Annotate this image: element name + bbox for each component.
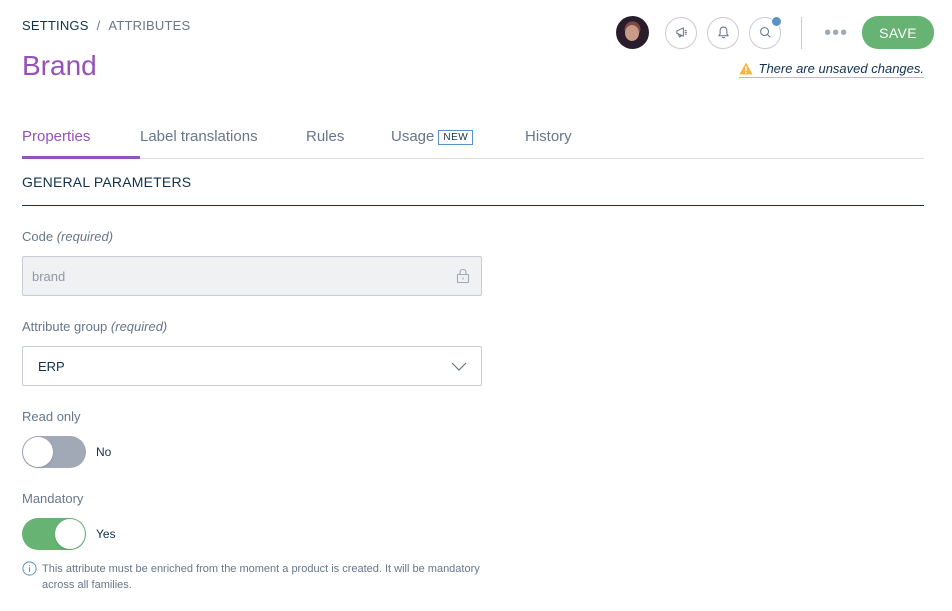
breadcrumb: SETTINGS / ATTRIBUTES <box>22 18 190 33</box>
announcements-button[interactable] <box>665 16 698 49</box>
breadcrumb-separator: / <box>96 18 101 33</box>
attribute-group-select[interactable]: ERP <box>22 346 482 386</box>
read-only-label: Read only <box>22 409 81 424</box>
section-title: GENERAL PARAMETERS <box>22 174 924 206</box>
tab-label: Label translations <box>140 128 258 145</box>
more-icon[interactable]: ••• <box>824 23 848 43</box>
warning-icon <box>738 62 753 75</box>
tab-label: History <box>525 128 572 145</box>
header-divider <box>801 16 803 49</box>
tab-label-translations[interactable]: Label translations <box>140 122 306 158</box>
info-icon <box>22 561 37 576</box>
notification-dot <box>771 15 783 27</box>
tab-label: Rules <box>306 128 345 145</box>
tab-label: Properties <box>22 128 91 145</box>
search-button[interactable] <box>749 15 783 49</box>
read-only-toggle[interactable] <box>22 436 86 468</box>
tab-label: Usage <box>391 128 435 145</box>
tab-bar: Properties Label translations Rules Usag… <box>22 122 924 159</box>
attribute-group-label: Attribute group (required) <box>22 319 167 334</box>
required-marker: (required) <box>110 319 168 334</box>
code-label: Code (required) <box>22 229 113 244</box>
mandatory-value: Yes <box>96 527 116 541</box>
megaphone-icon <box>675 27 687 38</box>
tab-usage[interactable]: Usage NEW <box>391 122 525 158</box>
tab-properties[interactable]: Properties <box>22 122 140 159</box>
mandatory-label: Mandatory <box>22 491 84 506</box>
new-badge: NEW <box>438 130 474 145</box>
attribute-group-label-text: Attribute group <box>22 319 108 334</box>
bell-icon <box>717 26 729 39</box>
attribute-group-value: ERP <box>38 358 65 374</box>
header-actions: ••• SAVE <box>616 15 934 49</box>
unsaved-changes-notice: There are unsaved changes. <box>738 61 925 78</box>
breadcrumb-settings[interactable]: SETTINGS <box>22 18 89 33</box>
lock-icon <box>456 268 470 284</box>
notifications-button[interactable] <box>707 16 740 49</box>
code-field[interactable]: brand <box>22 256 482 296</box>
breadcrumb-attributes[interactable]: ATTRIBUTES <box>108 18 190 33</box>
read-only-value: No <box>96 445 112 459</box>
mandatory-helper: This attribute must be enriched from the… <box>22 561 492 593</box>
toggle-knob <box>55 519 85 549</box>
required-marker: (required) <box>56 229 114 244</box>
page-title: Brand <box>22 50 97 81</box>
unsaved-changes-text: There are unsaved changes. <box>758 61 925 76</box>
code-value: brand <box>32 268 66 284</box>
code-label-text: Code <box>22 229 54 244</box>
avatar[interactable] <box>616 16 650 49</box>
toggle-knob <box>23 437 53 467</box>
tab-history[interactable]: History <box>525 122 572 158</box>
mandatory-helper-text: This attribute must be enriched from the… <box>42 563 480 591</box>
tab-rules[interactable]: Rules <box>306 122 391 158</box>
mandatory-toggle[interactable] <box>22 518 86 550</box>
save-button[interactable]: SAVE <box>862 16 934 49</box>
chevron-down-icon <box>451 362 467 371</box>
search-icon <box>759 27 771 38</box>
